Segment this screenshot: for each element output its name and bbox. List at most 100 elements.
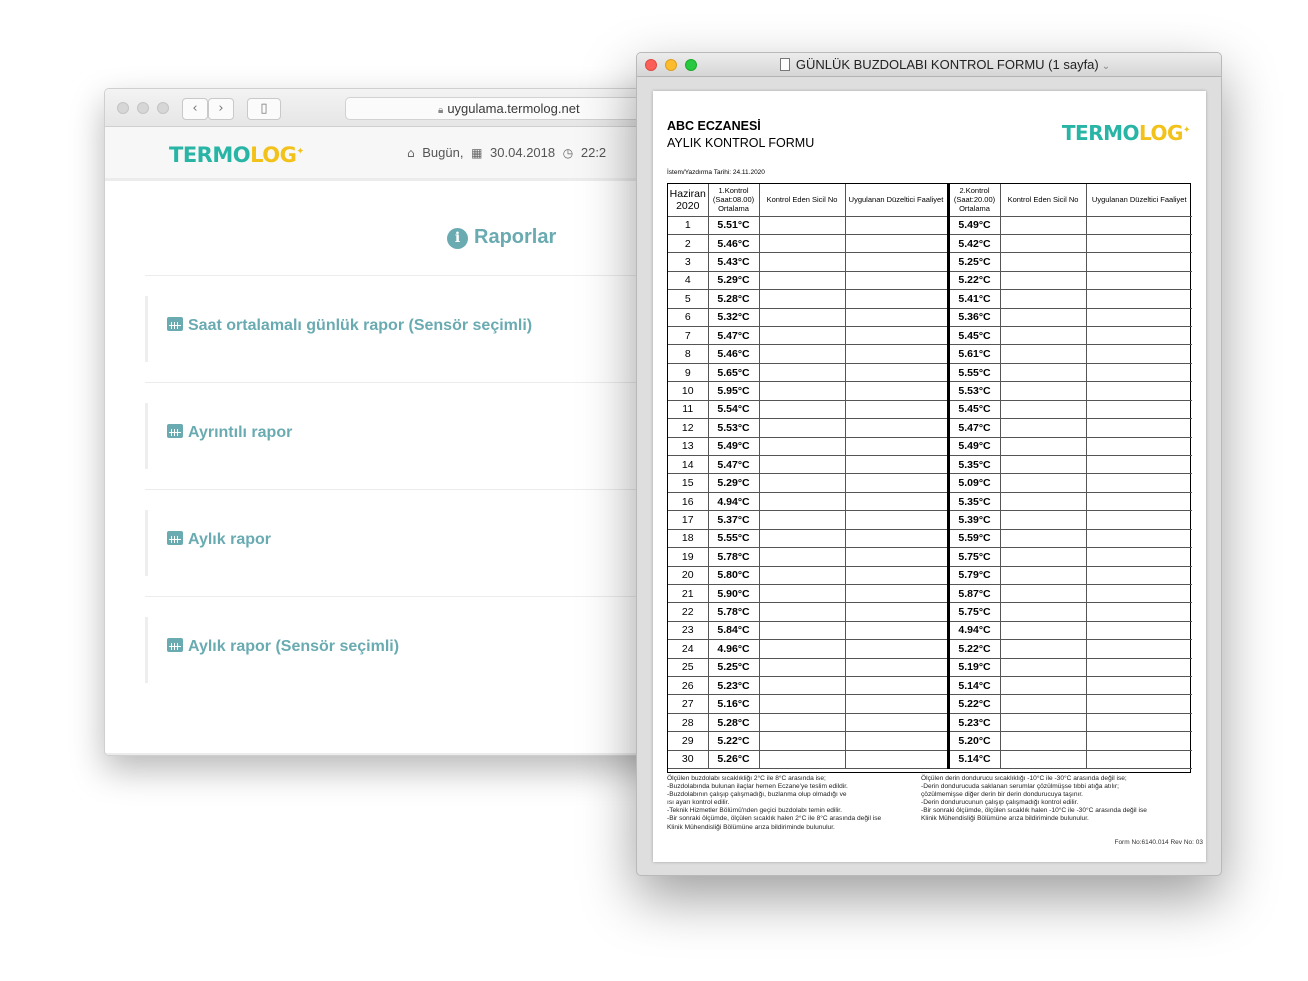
day-cell: 21 [668,584,709,604]
report-link-label[interactable]: Aylık rapor (Sensör seçimli) [167,638,399,656]
control2-temp-cell: 5.75°C [946,602,1001,622]
logo-star-icon: ✦ [1182,125,1191,136]
control2-temp-cell: 5.75°C [946,547,1001,567]
zoom-window-button[interactable] [157,102,169,114]
info-icon: i [447,228,468,249]
day-cell: 30 [668,750,709,770]
action2-cell [1086,437,1192,456]
sidebar-toggle-button[interactable]: ▯ [247,98,281,120]
control2-temp-cell: 5.59°C [946,529,1001,549]
logo-text-termo: TERMO [169,143,251,167]
report-link-text[interactable]: Ayrıntılı rapor [188,424,292,441]
forward-button[interactable]: › [208,98,234,120]
control1-temp-cell: 5.29°C [708,271,760,291]
inspector1-cell [759,473,846,493]
inspector2-cell [1000,418,1087,438]
control1-temp-cell: 5.32°C [708,308,760,328]
inspector1-cell [759,566,846,585]
day-cell: 12 [668,418,709,438]
report-link-detailed[interactable]: Ayrıntılı rapor [145,403,703,469]
logo-text-log: LOG [250,143,297,167]
action1-header: Uygulanan Düzeltici Faaliyet [845,184,949,217]
table-row: 21 5.90°C 5.87°C [668,584,1192,604]
control2-temp-cell: 5.22°C [946,639,1001,659]
close-window-button[interactable] [117,102,129,114]
control1-temp-cell: 5.55°C [708,529,760,549]
action1-cell [845,216,949,235]
home-icon[interactable]: ⌂ [407,146,415,160]
control2-temp-cell: 5.45°C [946,400,1001,420]
table-row: 30 5.26°C 5.14°C [668,750,1192,770]
inspector1-cell [759,547,846,567]
minimize-window-button[interactable] [137,102,149,114]
window-title[interactable]: GÜNLÜK BUZDOLABI KONTROL FORMU (1 sayfa)… [637,57,1221,72]
inspector1-cell [759,344,846,364]
control2-temp-cell: 5.39°C [946,510,1001,530]
termolog-logo: TERMOLOG✦ [1061,121,1191,145]
report-link-label[interactable]: Ayrıntılı rapor [167,424,292,442]
table-row: 15 5.29°C 5.09°C [668,473,1192,493]
table-row: 27 5.16°C 5.22°C [668,694,1192,714]
divider [145,275,703,276]
termolog-logo[interactable]: TERMOLOG✦ [169,143,304,167]
form-name: AYLIK KONTROL FORMU [667,136,815,150]
report-link-label[interactable]: Saat ortalamalı günlük rapor (Sensör seç… [167,317,532,335]
chevron-down-icon[interactable]: ⌄ [1102,61,1110,72]
action1-cell [845,289,949,309]
control2-temp-cell: 5.36°C [946,308,1001,328]
report-link-monthly-sensor[interactable]: Aylık rapor (Sensör seçimli) [145,617,703,683]
control2-temp-cell: 5.87°C [946,584,1001,604]
control2-temp-cell: 5.14°C [946,750,1001,770]
action1-cell [845,326,949,346]
inspector2-cell [1000,381,1087,401]
day-cell: 18 [668,529,709,549]
table-row: 8 5.46°C 5.61°C [668,344,1192,364]
report-link-text[interactable]: Aylık rapor [188,531,271,548]
control-table: Haziran 2020 1.Kontrol (Saat:08.00) Ortal… [667,183,1192,773]
control1-header: 1.Kontrol (Saat:08.00) Ortalama [708,184,760,217]
preview-titlebar[interactable]: GÜNLÜK BUZDOLABI KONTROL FORMU (1 sayfa)… [637,53,1221,77]
action1-cell [845,566,949,585]
action1-cell [845,455,949,475]
inspector1-cell [759,658,846,678]
action1-cell [845,437,949,456]
report-link-text[interactable]: Aylık rapor (Sensör seçimli) [188,638,399,655]
inspector2-cell [1000,584,1087,604]
logo-text-termo: TERMO [1061,121,1140,145]
day-cell: 23 [668,621,709,641]
control1-temp-cell: 5.95°C [708,381,760,401]
back-button[interactable]: ‹ [182,98,208,120]
control1-temp-cell: 5.80°C [708,566,760,585]
control2-temp-cell: 5.35°C [946,492,1001,512]
inspector1-cell [759,363,846,383]
action1-cell [845,639,949,659]
inspector1-cell [759,584,846,604]
report-link-text[interactable]: Saat ortalamalı günlük rapor (Sensör seç… [188,317,532,334]
action2-cell [1086,713,1192,733]
calendar-icon [167,317,183,331]
control1-temp-cell: 5.23°C [708,676,760,696]
note-line: Ölçülen buzdolabı sıcaklıkliğı 2°C ile 8… [667,775,826,782]
note-line: -Bir sonraki ölçümde, ölçülen sıcaklık h… [921,807,1147,815]
inspector1-cell [759,381,846,401]
table-row: 7 5.47°C 5.45°C [668,326,1192,346]
report-link-label[interactable]: Aylık rapor [167,531,271,549]
action2-cell [1086,602,1192,622]
inspector2-cell [1000,713,1087,733]
report-link-monthly[interactable]: Aylık rapor [145,510,703,576]
action2-cell [1086,326,1192,346]
day-cell: 15 [668,473,709,493]
inspector1-cell [759,252,846,272]
current-time: 22:2 [580,145,607,160]
divider [145,489,703,490]
action2-cell [1086,750,1192,770]
inspector2-cell [1000,658,1087,678]
report-link-hourly-daily[interactable]: Saat ortalamalı günlük rapor (Sensör seç… [145,296,703,362]
action2-cell [1086,400,1192,420]
browser-toolbar: ‹ › ▯ 🔒︎ uygulama.termolog.net [105,89,703,127]
action1-cell [845,676,949,696]
inspector2-header: Kontrol Eden Sicil No [1000,184,1087,217]
site-header: TERMOLOG✦ ⌂ Bugün, ▦ 30.04.2018 ◷ 22:2 [105,127,703,181]
control1-temp-cell: 5.78°C [708,602,760,622]
control2-temp-cell: 5.22°C [946,271,1001,291]
